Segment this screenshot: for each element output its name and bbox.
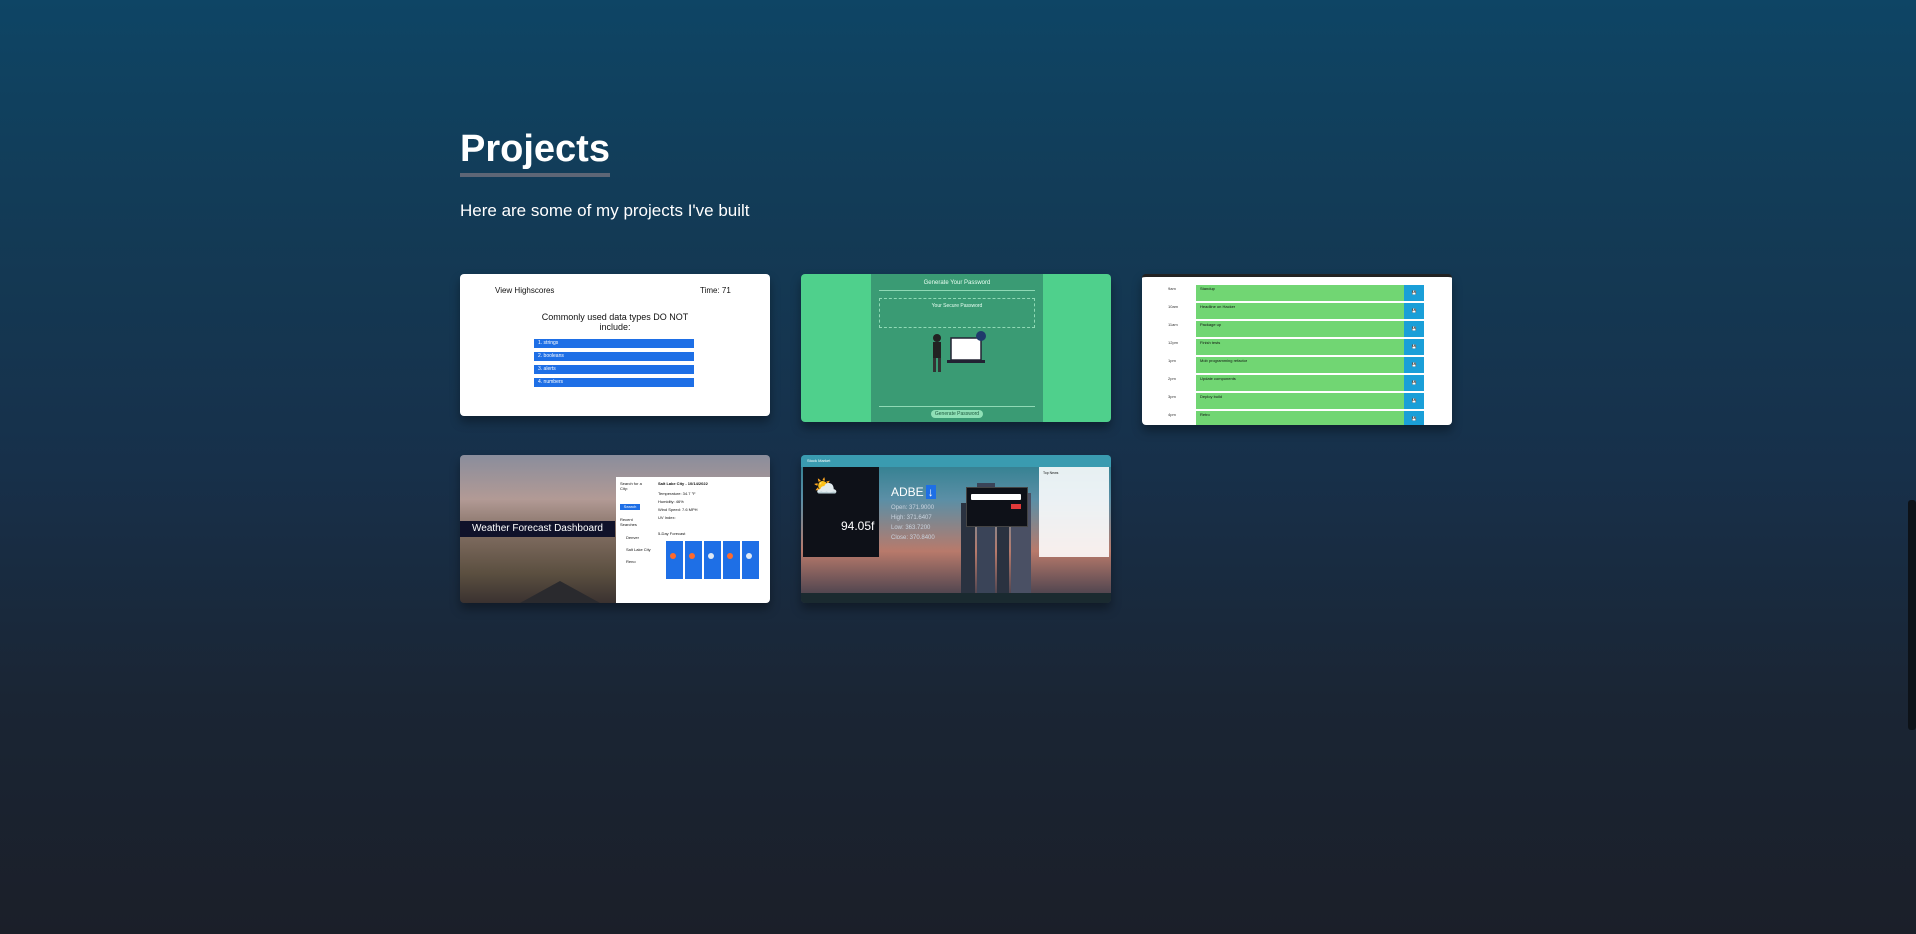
event-text: Mob programming refactor bbox=[1196, 357, 1404, 373]
ticker-badge: ↓ bbox=[925, 485, 936, 499]
ticker-symbol: ADBE ↓ bbox=[891, 485, 936, 499]
save-icon: 💾 bbox=[1404, 375, 1424, 391]
event-text: Headline on Hacker bbox=[1196, 303, 1404, 319]
schedule-row: 2pm Update components 💾 bbox=[1142, 375, 1452, 392]
symbol-search-panel bbox=[966, 487, 1028, 527]
stock-topbar: Stock Market bbox=[801, 455, 1111, 467]
quiz-option: 3. alerts bbox=[534, 365, 694, 374]
forecast-card bbox=[704, 541, 721, 579]
schedule-row: 4pm Retro 💾 bbox=[1142, 411, 1452, 425]
forecast-card bbox=[742, 541, 759, 579]
current-temp: Temperature: 34.7 °F bbox=[658, 491, 696, 496]
page-scrollbar[interactable] bbox=[1908, 500, 1916, 730]
password-output: Your Secure Password bbox=[879, 298, 1035, 328]
project-card-stock-dashboard[interactable]: Stock Market ⛅ 94.05f ADBE ↓ Open: 371.90… bbox=[801, 455, 1111, 603]
hour-label: 1pm bbox=[1168, 358, 1176, 363]
save-icon: 💾 bbox=[1404, 357, 1424, 373]
event-text: Retro bbox=[1196, 411, 1404, 425]
quiz-timer: Time: 71 bbox=[700, 286, 731, 295]
search-label: Search for a City: bbox=[620, 481, 642, 491]
schedule-row: 1pm Mob programming refactor 💾 bbox=[1142, 357, 1452, 374]
recent-city: Salt Lake City bbox=[626, 547, 651, 552]
road-image bbox=[520, 581, 600, 603]
bottom-bar bbox=[801, 593, 1111, 603]
current-uv: UV Index: bbox=[658, 515, 676, 520]
symbol-input bbox=[971, 494, 1021, 500]
recent-label: Recent Searches bbox=[620, 517, 637, 527]
section-title: Projects bbox=[460, 125, 610, 177]
schedule-row: 11am Package up 💾 bbox=[1142, 321, 1452, 338]
weather-banner-title: Weather Forecast Dashboard bbox=[460, 521, 615, 537]
search-button: Search bbox=[620, 504, 640, 510]
password-title: Generate Your Password bbox=[923, 280, 991, 286]
schedule-row: 3pm Deploy build 💾 bbox=[1142, 393, 1452, 410]
event-text: Package up bbox=[1196, 321, 1404, 337]
save-icon: 💾 bbox=[1404, 321, 1424, 337]
hour-label: 2pm bbox=[1168, 376, 1176, 381]
schedule-row: 10am Headline on Hacker 💾 bbox=[1142, 303, 1452, 320]
quiz-option: 4. numbers bbox=[534, 378, 694, 387]
project-card-scheduler[interactable]: 9am Standup 💾 10am Headline on Hacker 💾 11am… bbox=[1142, 274, 1452, 425]
schedule-row: 12pm Finish tests 💾 bbox=[1142, 339, 1452, 356]
quote-low: Low: 363.7200 bbox=[891, 525, 931, 531]
generate-password-button: Generate Password bbox=[931, 410, 983, 418]
person-laptop-illustration bbox=[933, 331, 986, 372]
quiz-question: Commonly used data types DO NOT include: bbox=[541, 312, 689, 332]
quote-open: Open: 371.9000 bbox=[891, 505, 935, 511]
hour-label: 12pm bbox=[1168, 340, 1179, 345]
news-panel: Top News bbox=[1039, 467, 1109, 557]
event-text: Deploy build bbox=[1196, 393, 1404, 409]
quiz-view-highscores: View Highscores bbox=[495, 286, 555, 295]
weather-widget: ⛅ 94.05f bbox=[803, 467, 879, 557]
project-card-password-generator[interactable]: Generate Your Password Your Secure Passw… bbox=[801, 274, 1111, 422]
divider bbox=[879, 406, 1035, 407]
forecast-card bbox=[666, 541, 683, 579]
search-button bbox=[1011, 504, 1021, 509]
ticker-text: ADBE bbox=[891, 485, 924, 499]
event-text: Update components bbox=[1196, 375, 1404, 391]
hour-label: 3pm bbox=[1168, 394, 1176, 399]
password-panel: Generate Your Password Your Secure Passw… bbox=[871, 274, 1043, 422]
save-icon: 💾 bbox=[1404, 303, 1424, 319]
weather-app-preview: Search for a City: Search Recent Searche… bbox=[616, 477, 770, 603]
divider bbox=[879, 290, 1035, 291]
forecast-label: 5-Day Forecast bbox=[658, 531, 686, 536]
forecast-card bbox=[685, 541, 702, 579]
hour-label: 4pm bbox=[1168, 412, 1176, 417]
projects-section: Projects Here are some of my projects I'… bbox=[460, 125, 750, 221]
schedule-row: 9am Standup 💾 bbox=[1142, 285, 1452, 302]
project-card-quiz[interactable]: View Highscores Time: 71 Commonly used d… bbox=[460, 274, 770, 416]
save-icon: 💾 bbox=[1404, 285, 1424, 301]
save-icon: 💾 bbox=[1404, 411, 1424, 425]
forecast-card bbox=[723, 541, 740, 579]
event-text: Finish tests bbox=[1196, 339, 1404, 355]
hour-label: 9am bbox=[1168, 286, 1176, 291]
quiz-option: 2. booleans bbox=[534, 352, 694, 361]
project-card-weather-dashboard[interactable]: Weather Forecast Dashboard Search for a … bbox=[460, 455, 770, 603]
quote-close: Close: 370.8400 bbox=[891, 535, 935, 541]
partly-cloudy-icon: ⛅ bbox=[813, 476, 838, 498]
current-humidity: Humidity: 46% bbox=[658, 499, 684, 504]
current-city: Salt Lake City - 10/14/2022 bbox=[658, 481, 708, 486]
recent-city: Denver bbox=[626, 535, 639, 540]
quiz-option: 1. strings bbox=[534, 339, 694, 348]
hour-label: 10am bbox=[1168, 304, 1179, 309]
event-text: Standup bbox=[1196, 285, 1404, 301]
section-subtitle: Here are some of my projects I've built bbox=[460, 201, 750, 220]
weather-temp: 94.05f bbox=[841, 519, 875, 533]
recent-city: Reno bbox=[626, 559, 636, 564]
quote-high: High: 371.6407 bbox=[891, 515, 932, 521]
current-wind: Wind Speed: 7.6 MPH bbox=[658, 507, 698, 512]
save-icon: 💾 bbox=[1404, 393, 1424, 409]
save-icon: 💾 bbox=[1404, 339, 1424, 355]
hour-label: 11am bbox=[1168, 322, 1178, 327]
